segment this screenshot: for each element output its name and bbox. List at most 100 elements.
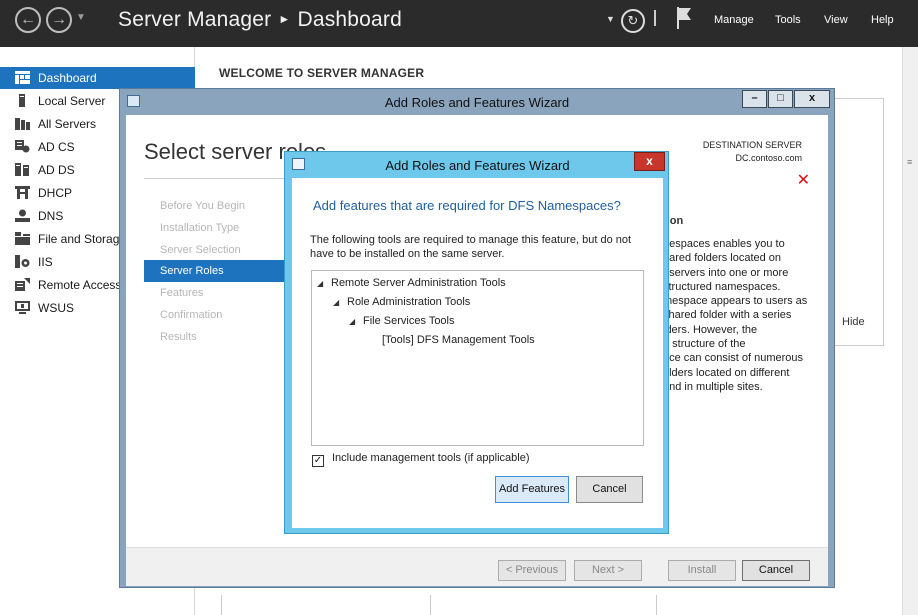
wizard-titlebar[interactable]: Add Roles and Features Wizard – □ x xyxy=(120,89,834,115)
sidebar-item-label: Remote Access xyxy=(38,278,122,292)
sidebar-item-label: Dashboard xyxy=(38,71,97,85)
nav-history-dropdown-icon[interactable]: ▼ xyxy=(76,12,86,23)
step-server-roles[interactable]: Server Roles xyxy=(144,260,284,282)
sidebar-item-label: AD CS xyxy=(38,140,75,154)
forward-arrow-icon[interactable]: → xyxy=(46,7,72,33)
sidebar-item-label: WSUS xyxy=(38,301,74,315)
description-line: mespace appears to users as xyxy=(663,295,808,308)
include-management-tools[interactable]: ✓ Include management tools (if applicable… xyxy=(312,452,530,467)
description-line: olders located on different xyxy=(663,366,790,379)
hide-link[interactable]: Hide xyxy=(842,316,865,328)
step-server-selection[interactable]: Server Selection xyxy=(144,239,284,261)
dhcp-icon xyxy=(15,186,30,199)
tree-node[interactable]: ◢ File Services Tools xyxy=(349,315,455,327)
sidebar-item-label: Local Server xyxy=(38,94,106,108)
sidebar-item-label: DNS xyxy=(38,209,64,223)
sidebar-item-dashboard[interactable]: Dashboard xyxy=(0,67,195,89)
description-line: and in multiple sites. xyxy=(663,380,763,393)
local-server-icon xyxy=(19,94,25,107)
description-line: t servers into one or more xyxy=(663,266,789,279)
dashboard-icon xyxy=(15,71,30,84)
install-button[interactable]: Install xyxy=(668,560,736,581)
next-button[interactable]: Next > xyxy=(574,560,642,581)
tree-node-label: File Services Tools xyxy=(363,315,455,327)
tree-node[interactable]: ◢ Role Administration Tools xyxy=(333,296,470,308)
iis-icon xyxy=(15,255,30,268)
expand-triangle-icon[interactable]: ◢ xyxy=(317,279,331,288)
tree-node-label: Remote Server Administration Tools xyxy=(331,277,506,289)
destination-server: DESTINATION SERVER DC.contoso.com xyxy=(703,139,802,165)
dialog-heading: Add features that are required for DFS N… xyxy=(313,198,621,213)
wizard-cancel-button[interactable]: Cancel xyxy=(742,560,810,581)
close-button[interactable]: x xyxy=(794,90,830,108)
column-divider xyxy=(221,595,222,615)
scroll-grip-icon[interactable]: ≡ xyxy=(907,157,912,167)
error-x-icon: ✕ xyxy=(796,172,810,189)
dns-icon xyxy=(15,209,30,222)
dialog-title: Add Roles and Features Wizard xyxy=(385,158,570,173)
column-divider xyxy=(656,595,657,615)
add-features-dialog: Add Roles and Features Wizard x Add feat… xyxy=(284,151,669,534)
role-description: nespaces enables you to hared folders lo… xyxy=(663,237,813,394)
expand-triangle-icon[interactable]: ◢ xyxy=(349,317,363,326)
destination-server-label: DESTINATION SERVER xyxy=(702,140,802,150)
wsus-icon xyxy=(15,301,30,314)
maximize-button[interactable]: □ xyxy=(768,90,793,108)
include-tools-checkbox[interactable]: ✓ xyxy=(312,455,324,467)
ad-ds-icon xyxy=(15,163,29,176)
refresh-dropdown-icon[interactable]: ▼ xyxy=(606,14,615,24)
tree-node-label: [Tools] DFS Management Tools xyxy=(382,334,535,346)
sidebar-item-label: All Servers xyxy=(38,117,97,131)
breadcrumb-separator-icon: ► xyxy=(278,12,291,26)
expand-triangle-icon[interactable]: ◢ xyxy=(333,298,347,307)
tree-node[interactable]: ◢ Remote Server Administration Tools xyxy=(317,277,506,289)
destination-server-value: DC.contoso.com xyxy=(735,153,802,163)
minimize-button[interactable]: – xyxy=(742,90,767,108)
step-before-you-begin[interactable]: Before You Begin xyxy=(144,195,284,217)
welcome-heading: WELCOME TO SERVER MANAGER xyxy=(219,66,425,80)
sidebar-item-label: IIS xyxy=(38,255,53,269)
description-line: g structure of the xyxy=(663,338,746,351)
description-line: nespaces enables you to xyxy=(663,238,785,250)
description-line: ace can consist of numerous xyxy=(663,352,804,365)
add-features-button[interactable]: Add Features xyxy=(495,476,569,503)
description-line: shared folder with a series xyxy=(663,309,792,322)
notifications-flag-icon[interactable] xyxy=(676,6,692,30)
required-features-tree[interactable]: ◢ Remote Server Administration Tools ◢ Rol… xyxy=(311,270,644,446)
previous-button[interactable]: < Previous xyxy=(498,560,566,581)
menu-view[interactable]: View xyxy=(824,14,848,26)
dialog-body: Add features that are required for DFS N… xyxy=(292,178,663,528)
step-installation-type[interactable]: Installation Type xyxy=(144,217,284,239)
refresh-icon[interactable]: ↻ xyxy=(621,9,645,33)
column-divider xyxy=(430,595,431,615)
menu-help[interactable]: Help xyxy=(871,14,894,26)
sidebar-item-label: AD DS xyxy=(38,163,75,177)
step-features[interactable]: Features xyxy=(144,282,284,304)
tree-node[interactable]: [Tools] DFS Management Tools xyxy=(382,334,535,346)
server-manager-titlebar: ← → ▼ Server Manager ► Dashboard ▼ ↻ Manag… xyxy=(0,0,918,47)
app-title: Server Manager xyxy=(118,8,272,31)
welcome-panel xyxy=(832,98,884,346)
back-arrow-icon[interactable]: ← xyxy=(15,7,41,33)
file-storage-icon xyxy=(15,232,30,245)
sidebar-item-label: DHCP xyxy=(38,186,73,200)
dialog-cancel-button[interactable]: Cancel xyxy=(576,476,643,503)
breadcrumb-page: Dashboard xyxy=(297,8,402,31)
step-confirmation[interactable]: Confirmation xyxy=(144,304,284,326)
menu-tools[interactable]: Tools xyxy=(775,14,801,26)
include-tools-label: Include management tools (if applicable) xyxy=(332,452,530,464)
dialog-close-button[interactable]: x xyxy=(634,152,665,171)
menu-manage[interactable]: Manage xyxy=(714,14,754,26)
main-scrollbar[interactable]: ≡ xyxy=(902,47,918,615)
ad-cs-icon xyxy=(15,140,30,153)
description-line: hared folders located on xyxy=(663,252,782,265)
wizard-footer: < Previous Next > Install Cancel xyxy=(126,547,828,586)
page-title: Server Manager ► Dashboard xyxy=(118,8,402,32)
sidebar-item-label: File and Storag xyxy=(38,232,120,246)
tree-node-label: Role Administration Tools xyxy=(347,296,471,308)
description-line: structured namespaces. xyxy=(663,280,781,293)
wizard-title: Add Roles and Features Wizard xyxy=(384,95,570,110)
step-results[interactable]: Results xyxy=(144,326,284,348)
dialog-info-text: The following tools are required to mana… xyxy=(310,234,632,260)
remote-access-icon xyxy=(15,278,30,291)
